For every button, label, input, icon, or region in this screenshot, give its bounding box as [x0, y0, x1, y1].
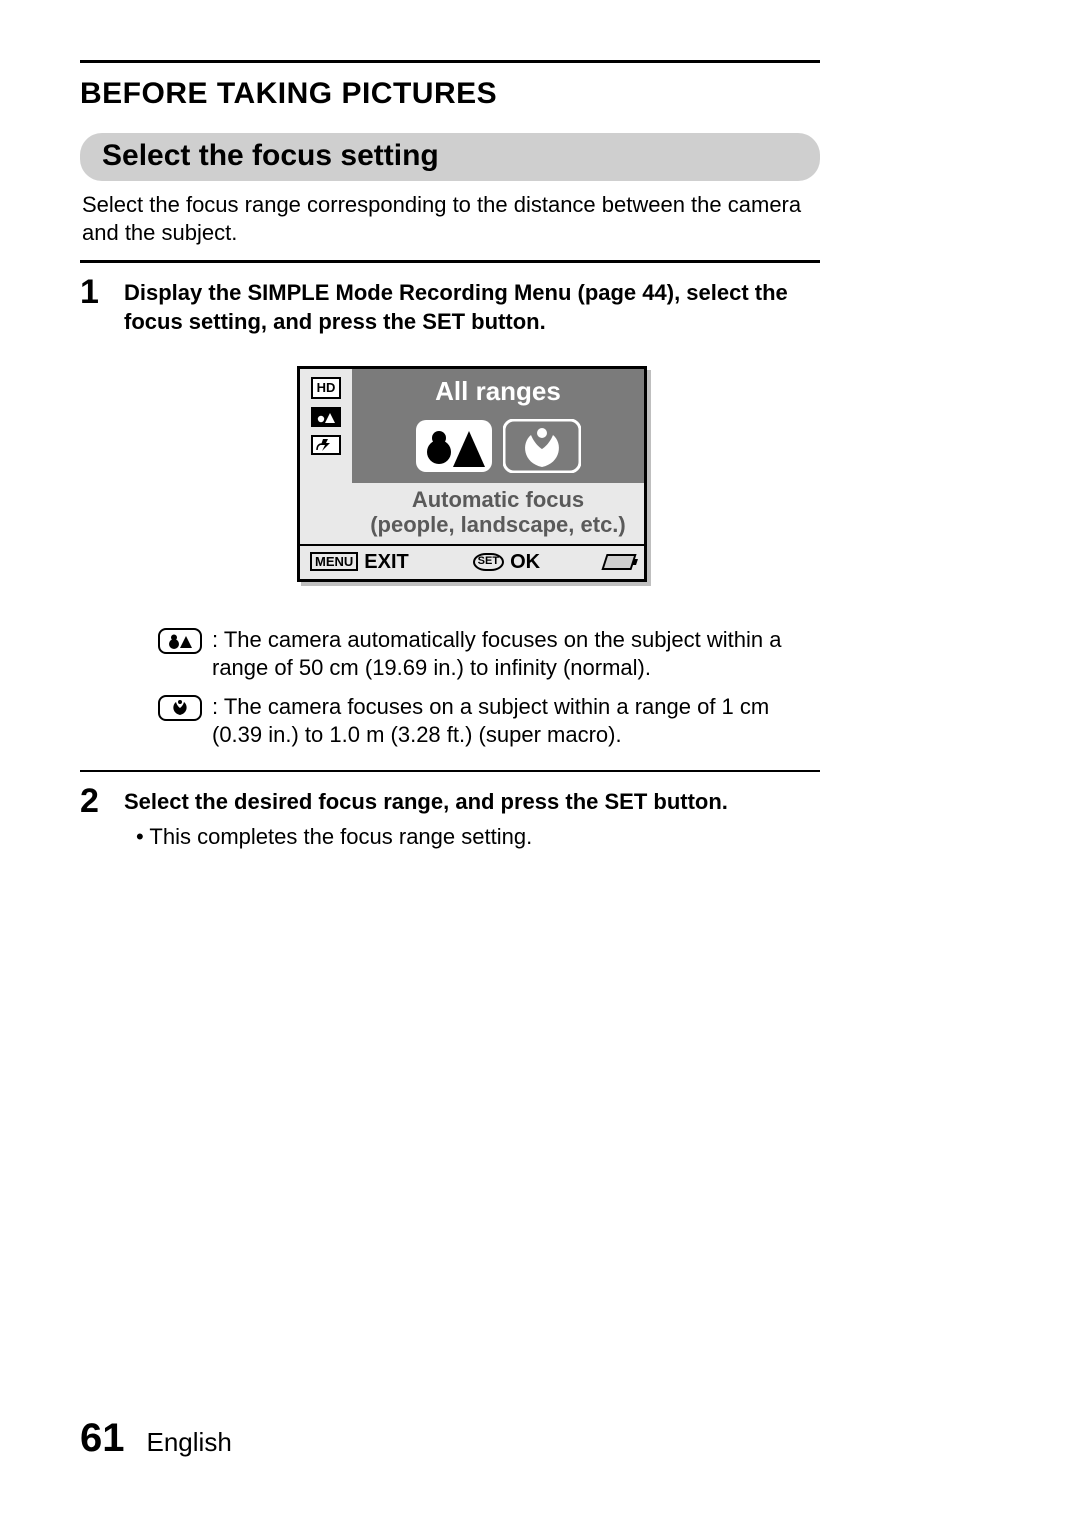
- camera-screen-desc: Automatic focus (people, landscape, etc.…: [352, 483, 644, 544]
- camera-footer: MENU EXIT SET OK: [300, 544, 644, 579]
- focus-description-normal: : The camera automatically focuses on th…: [124, 622, 820, 689]
- macro-focus-small-icon: [158, 695, 202, 721]
- step-number: 1: [80, 275, 110, 756]
- step-head: Select the desired focus range, and pres…: [124, 784, 820, 817]
- step: 2 Select the desired focus range, and pr…: [80, 772, 820, 865]
- step-head: Display the SIMPLE Mode Recording Menu (…: [124, 275, 820, 336]
- page-number: 61: [80, 1416, 125, 1461]
- normal-focus-icon: [415, 419, 493, 473]
- step-number: 2: [80, 784, 110, 851]
- flash-icon: [311, 435, 341, 455]
- camera-mode-icons: [352, 417, 644, 483]
- set-badge: SET: [473, 553, 504, 571]
- camera-main: All ranges: [352, 369, 644, 543]
- hd-badge: HD: [311, 377, 341, 399]
- exit-group: MENU EXIT: [310, 549, 409, 575]
- page-content: BEFORE TAKING PICTURES Select the focus …: [80, 60, 820, 865]
- page-title: BEFORE TAKING PICTURES: [80, 63, 820, 129]
- step-body: Display the SIMPLE Mode Recording Menu (…: [124, 275, 820, 756]
- camera-sidebar: HD: [300, 369, 352, 543]
- focus-description-normal-text: : The camera automatically focuses on th…: [212, 626, 820, 683]
- camera-screen-title: All ranges: [352, 369, 644, 417]
- language-label: English: [147, 1427, 232, 1458]
- normal-focus-small-icon: [158, 628, 202, 654]
- camera-screen-wrap: HD: [124, 336, 820, 621]
- macro-focus-icon: [503, 419, 581, 473]
- focus-description-macro: : The camera focuses on a subject within…: [124, 689, 820, 756]
- section-subheader: Select the focus setting: [80, 133, 820, 181]
- step-substep: This completes the focus range setting.: [124, 817, 820, 852]
- ok-group: SET OK: [473, 549, 540, 575]
- camera-screen: HD: [297, 366, 647, 581]
- focus-mode-icon: [311, 407, 341, 427]
- page-footer: 61 English: [80, 1416, 232, 1461]
- menu-badge: MENU: [310, 552, 358, 572]
- step-body: Select the desired focus range, and pres…: [124, 784, 820, 851]
- camera-desc-line2: (people, landscape, etc.): [356, 512, 640, 537]
- step: 1 Display the SIMPLE Mode Recording Menu…: [80, 263, 820, 770]
- focus-description-macro-text: : The camera focuses on a subject within…: [212, 693, 820, 750]
- exit-label: EXIT: [364, 549, 408, 575]
- ok-label: OK: [510, 549, 540, 575]
- battery-icon: [601, 554, 636, 570]
- intro-text: Select the focus range corresponding to …: [80, 191, 820, 260]
- camera-desc-line1: Automatic focus: [356, 487, 640, 512]
